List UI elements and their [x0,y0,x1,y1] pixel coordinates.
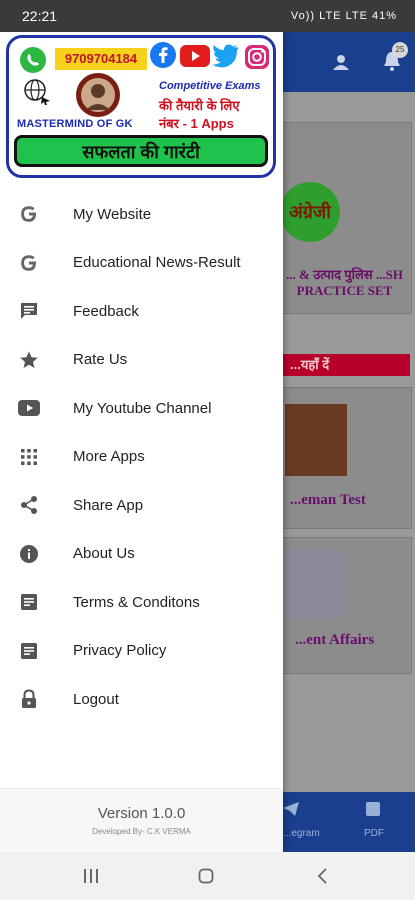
banner-hindi-line1: की तैयारी के लिए [159,98,240,113]
instagram-icon [245,45,269,69]
bg-card-english-text: ... & उत्पाद पुलिस ...SH PRACTICE SET [286,267,403,298]
menu-item-label: Share App [73,496,144,514]
menu-item-label: My Youtube Channel [73,399,212,417]
menu-item-about-us[interactable]: About Us [0,530,283,579]
telegram-icon[interactable] [283,802,299,816]
menu-item-label: Logout [73,690,119,708]
star-icon [18,349,40,371]
share-icon [18,494,40,516]
info-icon [18,543,40,565]
menu-item-youtube-channel[interactable]: My Youtube Channel [0,384,283,433]
google-icon [18,252,40,274]
menu-item-label: About Us [73,545,135,563]
menu-item-more-apps[interactable]: More Apps [0,433,283,482]
google-icon [18,203,40,225]
apps-grid-icon [18,446,40,468]
menu-item-feedback[interactable]: Feedback [0,287,283,336]
document-icon [18,640,40,662]
back-icon[interactable] [316,868,328,884]
youtube-icon [180,45,210,67]
menu-item-logout[interactable]: Logout [0,675,283,724]
banner-slogan: सफलता की गारंटी [14,135,268,167]
bottom-nav-pdf[interactable]: PDF [364,828,384,839]
app-version: Version 1.0.0 [97,805,186,822]
menu-item-label: More Apps [73,448,145,466]
menu-item-label: My Website [73,205,152,223]
menu-item-educational-news[interactable]: Educational News-Result [0,239,283,288]
globe-icon [24,79,50,105]
drawer-banner: 9709704184 MASTERMIND OF GK Competitive … [6,35,276,178]
bg-card-affairs-image [285,550,345,618]
system-nav-bar [0,852,415,900]
banner-phone: 9709704184 [55,48,147,70]
bottom-nav-telegram[interactable]: ...egram [283,828,320,839]
status-time: 22:21 [22,8,58,24]
banner-competitive: Competitive Exams [159,80,261,92]
banner-brand: MASTERMIND OF GK [17,118,133,130]
facebook-icon [150,42,176,68]
status-icons: Vo)) LTE LTE 41% [290,10,397,22]
bg-card-test-text: ...eman Test [290,492,366,508]
bg-card-test-image [285,404,347,476]
lock-icon [18,688,40,710]
drawer-menu: My Website Educational News-Result Feedb… [0,190,283,724]
youtube-icon [18,397,40,419]
drawer-footer: Version 1.0.0 Developed By- C.K VERMA [0,788,283,853]
banner-hindi-line2: नंबर - 1 Apps [159,116,234,131]
twitter-icon [212,44,239,68]
menu-item-label: Rate Us [73,351,128,369]
status-bar: 22:21 Vo)) LTE LTE 41% [0,0,415,32]
document-icon [18,591,40,613]
menu-item-terms[interactable]: Terms & Conditons [0,578,283,627]
menu-item-privacy-policy[interactable]: Privacy Policy [0,627,283,676]
bg-card-english-badge: अंग्रेजी [280,182,340,242]
logo-icon [76,73,120,117]
pdf-icon[interactable] [365,802,381,816]
menu-item-share-app[interactable]: Share App [0,481,283,530]
whatsapp-icon [20,47,46,73]
developer-credit: Developed By- C.K VERMA [92,827,191,836]
user-icon[interactable] [333,54,349,70]
bg-card-affairs-text: ...ent Affairs [295,632,375,648]
menu-item-label: Privacy Policy [73,642,167,660]
notification-badge: 25 [392,42,408,58]
home-icon[interactable] [198,868,214,884]
feedback-icon [18,300,40,322]
menu-item-rate-us[interactable]: Rate Us [0,336,283,385]
menu-item-label: Educational News-Result [73,254,241,272]
menu-item-my-website[interactable]: My Website [0,190,283,239]
menu-item-label: Feedback [73,302,139,320]
menu-item-label: Terms & Conditons [73,593,200,611]
navigation-drawer: 9709704184 MASTERMIND OF GK Competitive … [0,32,283,853]
recent-apps-icon[interactable] [83,869,99,883]
